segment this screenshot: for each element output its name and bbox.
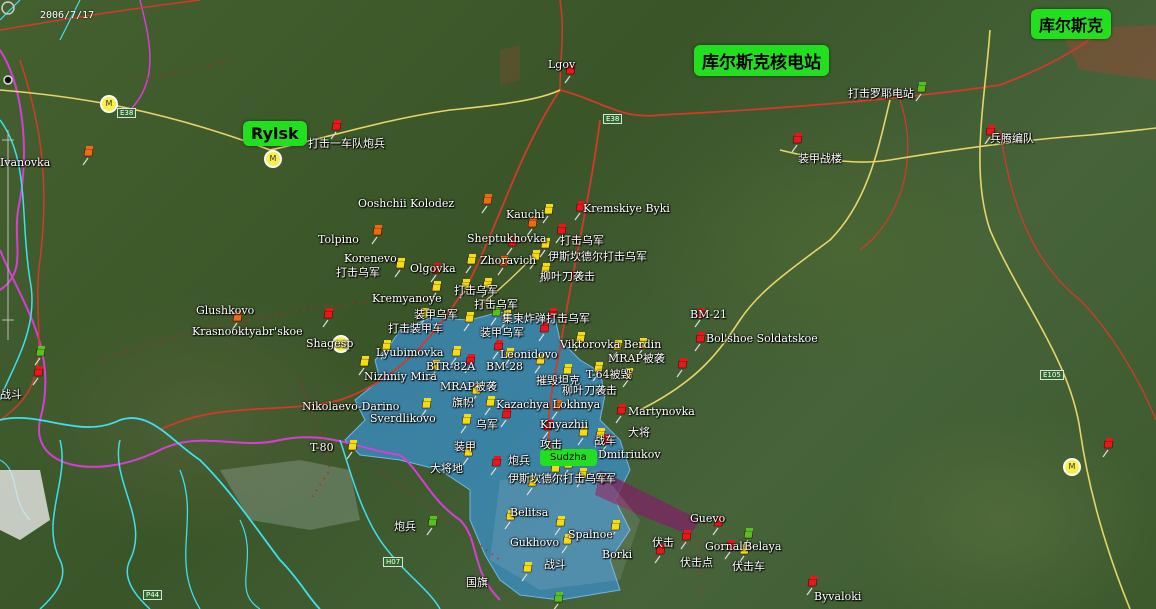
- place-label: Belitsa: [510, 506, 549, 519]
- place-label: Shagesp: [306, 337, 354, 350]
- place-label: 装甲: [454, 440, 476, 453]
- place-label: Guevo: [690, 512, 726, 525]
- place-label: 伏击点: [680, 556, 713, 569]
- place-label: 炮兵: [508, 454, 530, 467]
- place-label: 旗帜: [452, 396, 474, 409]
- label-rylsk: Rylsk: [243, 121, 307, 146]
- place-label: 兵腾编队: [990, 132, 1034, 145]
- place-label: 伏击: [652, 536, 674, 549]
- location-icon[interactable]: [3, 75, 13, 85]
- place-label: Olgovka: [410, 262, 456, 275]
- pushpin-icon[interactable]: [694, 332, 706, 352]
- place-label: MRAP被袭: [440, 380, 497, 393]
- place-label: Belaya: [744, 540, 782, 553]
- place-label: 乌军: [476, 418, 498, 431]
- pushpin-icon[interactable]: [463, 312, 475, 332]
- place-label: MRAP被袭: [608, 352, 665, 365]
- city-marker[interactable]: M: [264, 150, 282, 168]
- place-label: 打击乌军: [336, 266, 380, 279]
- place-label: 柳叶刀袭击: [562, 384, 617, 397]
- place-label: 柳叶刀袭击: [540, 270, 595, 283]
- pushpin-icon[interactable]: [484, 396, 496, 416]
- place-label: Tolpino: [318, 233, 359, 246]
- place-label: 打击乌军: [560, 234, 604, 247]
- place-label: Gukhovo: [510, 536, 560, 549]
- compass-icon[interactable]: [1, 1, 15, 15]
- city-marker[interactable]: M: [100, 95, 118, 113]
- place-label: 伏击车: [732, 560, 765, 573]
- road-shield: E105: [1040, 370, 1064, 380]
- place-label: 战车: [594, 434, 616, 447]
- place-label: Byvaloki: [814, 590, 862, 603]
- place-label: Bol'shoe Soldatskoe: [706, 332, 818, 345]
- place-label: 装甲乌军: [480, 326, 524, 339]
- pushpin-icon[interactable]: [460, 414, 472, 434]
- place-label: Kazachya Lokhnya: [496, 398, 601, 411]
- road-shield: P44: [143, 590, 163, 600]
- pushpin-icon[interactable]: [426, 516, 438, 536]
- place-label: Glushkovo: [196, 304, 255, 317]
- place-label: Lgov: [548, 58, 576, 71]
- place-label: Kremyanoye: [372, 292, 442, 305]
- place-label: Ooshchii Kolodez: [358, 197, 455, 210]
- place-label: 装甲战楼: [798, 152, 842, 165]
- place-label: Knyazhii: [540, 418, 588, 431]
- pushpin-icon[interactable]: [32, 366, 44, 386]
- pushpin-icon[interactable]: [521, 562, 533, 582]
- road-shield: E38: [603, 114, 623, 124]
- pushpin-icon[interactable]: [465, 254, 477, 274]
- road-shield: H07: [383, 557, 404, 567]
- pushpin-icon[interactable]: [371, 225, 383, 245]
- place-label: 战斗: [544, 558, 566, 571]
- place-label: BM-21: [690, 308, 728, 321]
- place-label: 国旗: [466, 576, 488, 589]
- road-shield: E38: [117, 108, 137, 118]
- pushpin-icon[interactable]: [915, 82, 927, 102]
- place-label: Kauchi: [506, 208, 545, 221]
- pushpin-icon[interactable]: [1102, 438, 1114, 458]
- place-label: 打击罗耶电站: [848, 87, 914, 100]
- pushpin-icon[interactable]: [554, 516, 566, 536]
- pushpin-icon[interactable]: [481, 194, 493, 214]
- place-label: Lyubimovka: [376, 346, 444, 359]
- place-label: Zhoravich: [480, 254, 537, 267]
- place-label: Kremskiye Byki: [583, 202, 670, 215]
- place-label: BTR-82A: [426, 360, 476, 373]
- place-label: Sverdlikovo: [370, 412, 436, 425]
- pushpin-icon[interactable]: [676, 358, 688, 378]
- place-label: Sheptukhovka: [467, 232, 547, 245]
- pushpin-icon[interactable]: [34, 346, 46, 366]
- pushpin-icon[interactable]: [615, 404, 627, 424]
- place-label: 打击一车队炮兵: [308, 137, 385, 150]
- place-label: Dmitriukov: [598, 448, 661, 461]
- place-label: 大将地: [430, 462, 463, 475]
- city-marker[interactable]: M: [1063, 458, 1081, 476]
- place-label: Krasnooktyabr'skoe: [192, 325, 303, 338]
- place-label: 攻击: [540, 438, 562, 451]
- pushpin-icon[interactable]: [82, 146, 94, 166]
- place-label: 打击装甲车: [388, 322, 443, 335]
- map-view[interactable]: M M M E38 E38 E105 H07 P44 2006/7/17 Ryl…: [0, 0, 1156, 609]
- pushpin-icon[interactable]: [553, 592, 564, 609]
- place-label: Borki: [602, 548, 633, 561]
- label-kursk: 库尔斯克: [1031, 9, 1112, 39]
- place-label: Martynovka: [628, 405, 695, 418]
- place-label: T-80: [310, 441, 334, 454]
- place-label: 伊斯坎德尔打击乌军: [548, 250, 647, 263]
- place-label: 大将: [628, 426, 650, 439]
- place-label: Spalnoe: [568, 528, 613, 541]
- pushpin-icon[interactable]: [346, 440, 358, 460]
- place-label: T-64被毁: [586, 368, 632, 381]
- place-label: BM-28: [486, 360, 524, 373]
- place-label: 炮兵: [394, 520, 416, 533]
- pushpin-icon[interactable]: [322, 308, 334, 328]
- imagery-date: 2006/7/17: [40, 10, 95, 21]
- place-label: 伊斯坎德尔打击乌军: [508, 472, 607, 485]
- pins-layer: [32, 64, 1114, 609]
- navigation-controls[interactable]: [0, 0, 16, 609]
- pushpin-icon[interactable]: [490, 456, 502, 476]
- pushpin-icon[interactable]: [680, 530, 692, 550]
- label-kursk-npp: 库尔斯克核电站: [694, 45, 829, 76]
- place-label: Gornal': [705, 540, 746, 553]
